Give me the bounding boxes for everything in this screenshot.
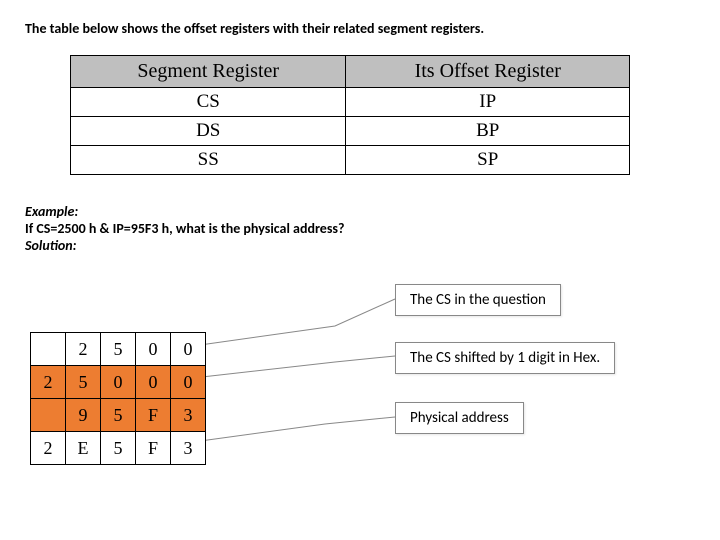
cell: F	[136, 432, 171, 465]
cell: 5	[66, 366, 101, 399]
cell: F	[136, 399, 171, 432]
cell: 2	[66, 333, 101, 366]
cell: 0	[136, 366, 171, 399]
cell: 0	[171, 333, 206, 366]
annotation-physical: Physical address	[395, 402, 524, 434]
intro-text: The table below shows the offset registe…	[25, 20, 645, 37]
example-question: If CS=2500 h & IP=95F3 h, what is the ph…	[25, 220, 645, 237]
cell: SP	[346, 146, 630, 175]
example-label: Example:	[25, 203, 645, 220]
table-row: CS IP	[71, 88, 630, 117]
table-row: SS SP	[71, 146, 630, 175]
cell: CS	[71, 88, 346, 117]
cell: 2	[31, 432, 66, 465]
cell: IP	[346, 88, 630, 117]
register-table: Segment Register Its Offset Register CS …	[70, 55, 630, 175]
cell: 5	[101, 432, 136, 465]
calculation-table: 2 5 0 0 2 5 0 0 0 9 5 F 3 2 E 5 F 3	[30, 332, 206, 465]
cell: 3	[171, 432, 206, 465]
annotation-cs: The CS in the question	[395, 284, 561, 316]
cell: 5	[101, 333, 136, 366]
cell	[31, 333, 66, 366]
col-header-segment: Segment Register	[71, 56, 346, 88]
cell: 3	[171, 399, 206, 432]
cell: 0	[101, 366, 136, 399]
annotation-shift: The CS shifted by 1 digit in Hex.	[395, 342, 615, 374]
diagram: 2 5 0 0 2 5 0 0 0 9 5 F 3 2 E 5 F 3 The …	[25, 272, 685, 492]
cell: SS	[71, 146, 346, 175]
cell: 5	[101, 399, 136, 432]
cell: 0	[171, 366, 206, 399]
cell: 0	[136, 333, 171, 366]
cell: BP	[346, 117, 630, 146]
table-row: DS BP	[71, 117, 630, 146]
solution-label: Solution:	[25, 237, 645, 254]
cell: 2	[31, 366, 66, 399]
cell	[31, 399, 66, 432]
cell: 9	[66, 399, 101, 432]
col-header-offset: Its Offset Register	[346, 56, 630, 88]
cell: E	[66, 432, 101, 465]
cell: DS	[71, 117, 346, 146]
